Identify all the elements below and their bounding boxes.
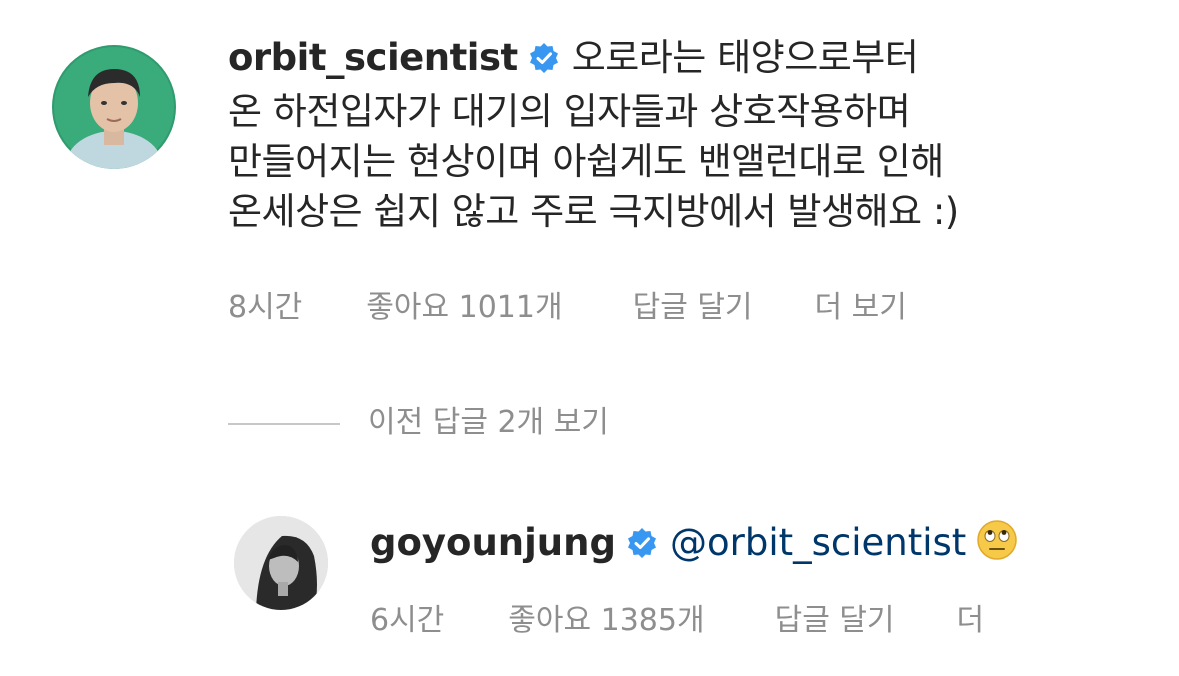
comment-meta: 8시간 좋아요 1011개 답글 달기 더 보기 [228, 282, 907, 326]
comment-line-1: 오로라는 태양으로부터 [571, 36, 919, 79]
verified-badge-icon [528, 37, 560, 87]
comment-time: 8시간 [228, 290, 303, 325]
comment-username[interactable]: orbit_scientist [228, 36, 518, 79]
verified-badge-icon [626, 522, 658, 572]
reply-username[interactable]: goyounjung [370, 521, 616, 564]
mention-link[interactable]: @orbit_scientist [670, 521, 966, 564]
comment-likes[interactable]: 좋아요 1011개 [366, 282, 562, 326]
divider-line [228, 422, 340, 425]
more-button[interactable]: 더 보기 [815, 282, 907, 326]
comment-text: orbit_scientist 오로라는 태양으로부터 온 하전입자가 대기의 입… [228, 33, 1158, 237]
reply-avatar[interactable] [234, 516, 328, 610]
comment-line-2: 온 하전입자가 대기의 입자들과 상호작용하며 [228, 90, 911, 133]
view-previous-replies[interactable]: 이전 답글 2개 보기 [228, 397, 609, 441]
more-button[interactable]: 더 [957, 595, 985, 639]
reply-button[interactable]: 답글 달기 [633, 282, 753, 326]
reply-meta: 6시간 좋아요 1385개 답글 달기 더 [370, 595, 984, 639]
reply-time: 6시간 [370, 603, 445, 638]
eye-roll-emoji-icon [976, 519, 1018, 574]
avatar[interactable] [52, 45, 176, 169]
reply-button[interactable]: 답글 달기 [775, 595, 895, 639]
comment-line-3: 만들어지는 현상이며 아쉽게도 밴앨런대로 인해 [228, 140, 944, 183]
profile-photo-icon [52, 45, 176, 169]
view-replies-label: 이전 답글 2개 보기 [368, 405, 609, 440]
reply-text: goyounjung @orbit_scientist [370, 518, 1018, 574]
reply-likes[interactable]: 좋아요 1385개 [508, 595, 704, 639]
profile-photo-icon [234, 516, 328, 610]
comment-line-4: 온세상은 쉽지 않고 주로 극지방에서 발생해요 :) [228, 190, 959, 233]
